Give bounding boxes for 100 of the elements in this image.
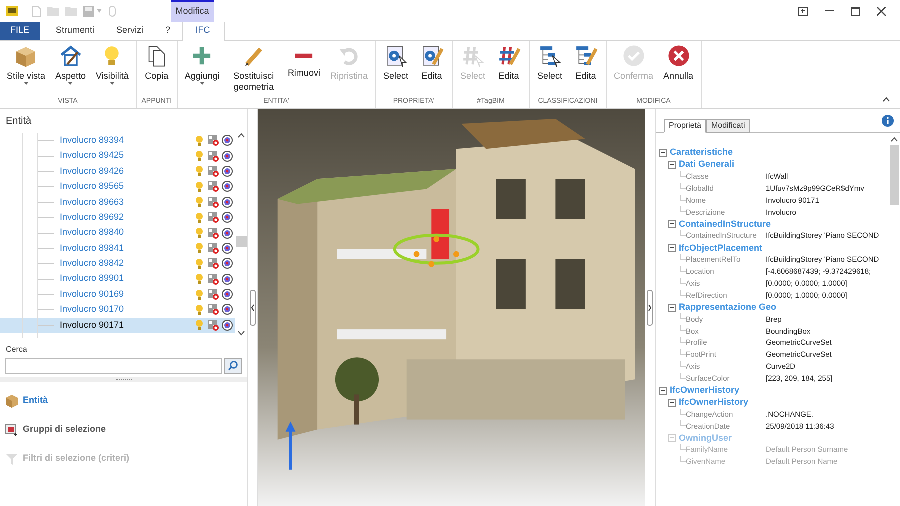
maximize-icon[interactable] (851, 6, 860, 16)
grid-stop-icon[interactable] (208, 135, 219, 146)
lightbulb-icon[interactable] (196, 151, 203, 162)
tree-row[interactable]: Involucro 89841 (0, 240, 235, 256)
tree-row[interactable]: Involucro 90170 (0, 302, 235, 318)
grid-stop-icon[interactable] (208, 258, 219, 270)
panel-tab[interactable]: Proprietà (664, 119, 706, 133)
ribbon-button[interactable]: Aggiungi (180, 44, 224, 85)
collapse-icon[interactable] (668, 220, 676, 228)
collapse-icon[interactable] (668, 398, 676, 407)
lightbulb-icon[interactable] (196, 243, 203, 254)
tree-row[interactable]: Involucro 90171 (0, 318, 235, 334)
scroll-up-icon[interactable] (238, 133, 244, 138)
splitter-handle[interactable] (0, 377, 247, 382)
lightbulb-icon[interactable] (196, 166, 203, 176)
lightbulb-icon[interactable] (196, 182, 203, 192)
ribbon-button[interactable]: Sostituisci geometria (226, 44, 282, 93)
target-icon[interactable] (222, 242, 233, 254)
ribbon-button[interactable]: Visibilità (92, 44, 133, 85)
scrollbar[interactable] (235, 133, 247, 338)
tree-row[interactable]: Involucro 89840 (0, 225, 235, 241)
lightbulb-icon[interactable] (196, 212, 203, 223)
lightbulb-icon[interactable] (196, 228, 203, 238)
lightbulb-icon[interactable] (196, 274, 203, 284)
target-icon[interactable] (222, 166, 233, 177)
grid-stop-icon[interactable] (208, 274, 219, 285)
menu-tab[interactable]: IFC (182, 21, 225, 41)
grid-stop-icon[interactable] (208, 228, 219, 239)
menu-tab[interactable]: Servizi (106, 21, 155, 40)
tree-row[interactable]: Involucro 89565 (0, 179, 235, 195)
collapse-panel-handle[interactable] (250, 290, 256, 326)
target-icon[interactable] (222, 258, 233, 270)
ribbon-button[interactable]: Edita (414, 44, 449, 82)
target-icon[interactable] (222, 135, 233, 146)
collapse-icon[interactable] (668, 160, 676, 169)
tree-row[interactable]: Involucro 89901 (0, 272, 235, 287)
lightbulb-icon[interactable] (196, 258, 203, 269)
tree-row[interactable]: Involucro 89426 (0, 164, 235, 180)
grid-stop-icon[interactable] (208, 320, 219, 331)
panel-section-button[interactable]: Gruppi di selezione (5, 415, 242, 444)
ribbon-button[interactable]: Select (532, 44, 567, 82)
tree-row[interactable]: Involucro 89842 (0, 256, 235, 272)
target-icon[interactable] (222, 212, 233, 224)
tree-row[interactable]: Involucro 89663 (0, 194, 235, 210)
tree-row[interactable]: Involucro 90169 (0, 286, 235, 302)
target-icon[interactable] (222, 289, 233, 300)
lightbulb-icon[interactable] (196, 290, 203, 300)
ribbon-button[interactable]: Aspetto (52, 44, 90, 85)
ribbon-button[interactable]: Edita (568, 44, 603, 82)
collapse-icon[interactable] (659, 386, 667, 395)
target-icon[interactable] (222, 228, 233, 239)
ribbon-button[interactable]: Stile vista (3, 44, 50, 85)
tree-row[interactable]: Involucro 89692 (0, 210, 235, 226)
box-icon (5, 394, 19, 408)
lightbulb-icon[interactable] (196, 304, 203, 315)
grid-stop-icon[interactable] (208, 212, 219, 224)
scroll-up-icon[interactable] (891, 137, 898, 142)
panel-tab[interactable]: Modificati (706, 119, 750, 133)
menu-tab[interactable]: FILE (0, 21, 40, 40)
lightbulb-icon[interactable] (196, 136, 203, 146)
grid-stop-icon[interactable] (208, 181, 219, 192)
collapse-icon[interactable] (668, 244, 676, 252)
target-icon[interactable] (222, 196, 233, 208)
scrollbar-thumb[interactable] (890, 145, 899, 205)
grid-stop-icon[interactable] (208, 289, 219, 300)
grid-stop-icon[interactable] (208, 196, 219, 208)
grid-stop-icon[interactable] (208, 242, 219, 254)
collapse-panel-handle[interactable] (647, 290, 653, 326)
lightbulb-icon[interactable] (196, 197, 203, 208)
collapse-ribbon-icon[interactable] (883, 97, 890, 102)
scroll-down-icon[interactable] (238, 331, 244, 336)
target-icon[interactable] (222, 181, 233, 192)
target-icon[interactable] (222, 274, 233, 285)
info-icon[interactable] (882, 115, 894, 127)
ribbon-button[interactable]: Select (378, 44, 413, 82)
ribbon-button[interactable]: Rimuovi (284, 44, 324, 79)
property-group-label: Dati Generali (679, 160, 735, 170)
collapse-icon[interactable] (659, 148, 667, 157)
ribbon-button[interactable]: Annulla (659, 44, 698, 82)
target-icon[interactable] (222, 320, 233, 331)
grid-stop-icon[interactable] (208, 150, 219, 162)
search-field[interactable] (5, 358, 222, 374)
menu-tab[interactable]: ? (154, 21, 182, 40)
ribbon-button[interactable]: Copia (140, 44, 174, 82)
grid-stop-icon[interactable] (208, 166, 219, 177)
tree-row[interactable]: Involucro 89425 (0, 148, 235, 164)
panel-section-button[interactable]: Entità (5, 386, 242, 415)
restore-ribbon-icon[interactable] (798, 6, 808, 16)
ribbon-button[interactable]: Edita (492, 44, 526, 82)
target-icon[interactable] (222, 304, 233, 316)
menu-tab[interactable]: Strumenti (45, 21, 106, 40)
minimize-icon[interactable] (825, 10, 834, 12)
property-group-label: Rappresentazione Geo (679, 303, 777, 312)
collapse-icon[interactable] (668, 304, 676, 312)
target-icon[interactable] (222, 150, 233, 162)
scrollbar-thumb[interactable] (236, 236, 246, 247)
close-icon[interactable] (877, 6, 886, 16)
tree-row[interactable]: Involucro 89394 (0, 133, 235, 148)
grid-stop-icon[interactable] (208, 304, 219, 316)
search-button[interactable] (224, 358, 242, 374)
